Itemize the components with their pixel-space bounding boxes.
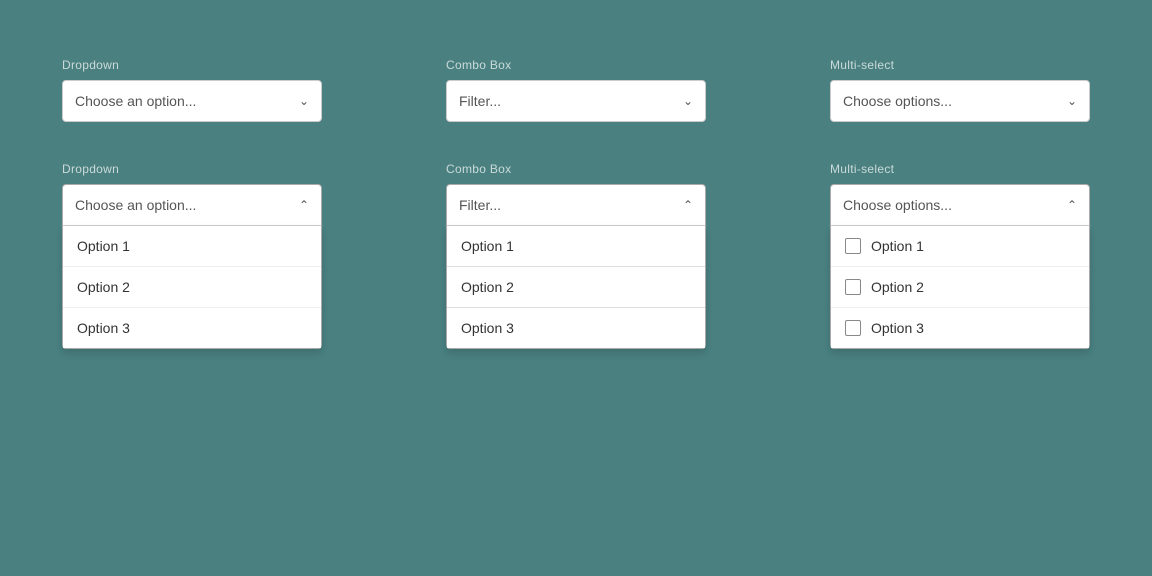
multi-closed-trigger[interactable]: Choose options... ⌄ xyxy=(830,80,1090,122)
checkbox-option2[interactable] xyxy=(845,279,861,295)
multi-option3-label: Option 3 xyxy=(871,320,924,336)
dropdown-open-group: Dropdown Choose an option... ⌃ Option 1 … xyxy=(62,162,322,349)
panel-dropdown: Dropdown Choose an option... ⌄ Dropdown … xyxy=(22,28,362,548)
combo-menu-item-option2[interactable]: Option 2 xyxy=(447,267,705,308)
checkbox-option3[interactable] xyxy=(845,320,861,336)
dropdown-open-trigger[interactable]: Choose an option... ⌃ xyxy=(62,184,322,226)
multi-closed-placeholder: Choose options... xyxy=(843,93,952,109)
multi-open-label: Multi-select xyxy=(830,162,1090,176)
chevron-up-icon: ⌃ xyxy=(683,198,693,212)
multi-closed-label: Multi-select xyxy=(830,58,1090,72)
combo-menu: Option 1 Option 2 Option 3 xyxy=(446,226,706,349)
menu-item-option2[interactable]: Option 2 xyxy=(63,267,321,308)
dropdown-closed-trigger[interactable]: Choose an option... ⌄ xyxy=(62,80,322,122)
panel-combo-box: Combo Box Filter... ⌄ Combo Box Filter..… xyxy=(406,28,746,548)
multi-open-placeholder: Choose options... xyxy=(843,197,952,213)
menu-item-option3[interactable]: Option 3 xyxy=(63,308,321,348)
multi-menu-item-option2[interactable]: Option 2 xyxy=(831,267,1089,308)
combo-open-wrapper: Filter... ⌃ Option 1 Option 2 Option 3 xyxy=(446,184,706,349)
chevron-down-icon: ⌄ xyxy=(1067,94,1077,108)
dropdown-closed-placeholder: Choose an option... xyxy=(75,93,196,109)
multi-menu-item-option3[interactable]: Option 3 xyxy=(831,308,1089,348)
combo-closed-group: Combo Box Filter... ⌄ xyxy=(446,58,706,122)
chevron-down-icon: ⌄ xyxy=(299,94,309,108)
dropdown-open-label: Dropdown xyxy=(62,162,322,176)
combo-closed-placeholder: Filter... xyxy=(459,93,501,109)
multi-open-trigger[interactable]: Choose options... ⌃ xyxy=(830,184,1090,226)
combo-closed-trigger[interactable]: Filter... ⌄ xyxy=(446,80,706,122)
multi-menu-item-option1[interactable]: Option 1 xyxy=(831,226,1089,267)
combo-open-placeholder: Filter... xyxy=(459,197,501,213)
combo-closed-label: Combo Box xyxy=(446,58,706,72)
menu-item-option1[interactable]: Option 1 xyxy=(63,226,321,267)
multi-closed-group: Multi-select Choose options... ⌄ xyxy=(830,58,1090,122)
multi-open-group: Multi-select Choose options... ⌃ Option … xyxy=(830,162,1090,349)
combo-menu-item-option1[interactable]: Option 1 xyxy=(447,226,705,267)
combo-menu-item-option3[interactable]: Option 3 xyxy=(447,308,705,348)
multi-option2-label: Option 2 xyxy=(871,279,924,295)
combo-open-label: Combo Box xyxy=(446,162,706,176)
dropdown-closed-group: Dropdown Choose an option... ⌄ xyxy=(62,58,322,122)
chevron-down-icon: ⌄ xyxy=(683,94,693,108)
combo-open-trigger[interactable]: Filter... ⌃ xyxy=(446,184,706,226)
dropdown-menu: Option 1 Option 2 Option 3 xyxy=(62,226,322,349)
dropdown-open-placeholder: Choose an option... xyxy=(75,197,196,213)
checkbox-option1[interactable] xyxy=(845,238,861,254)
combo-open-group: Combo Box Filter... ⌃ Option 1 Option 2 … xyxy=(446,162,706,349)
dropdown-closed-label: Dropdown xyxy=(62,58,322,72)
multi-menu: Option 1 Option 2 Option 3 xyxy=(830,226,1090,349)
panel-multi-select: Multi-select Choose options... ⌄ Multi-s… xyxy=(790,28,1130,548)
multi-option1-label: Option 1 xyxy=(871,238,924,254)
chevron-up-icon: ⌃ xyxy=(1067,198,1077,212)
multi-open-wrapper: Choose options... ⌃ Option 1 Option 2 Op… xyxy=(830,184,1090,349)
chevron-up-icon: ⌃ xyxy=(299,198,309,212)
dropdown-open-wrapper: Choose an option... ⌃ Option 1 Option 2 … xyxy=(62,184,322,349)
